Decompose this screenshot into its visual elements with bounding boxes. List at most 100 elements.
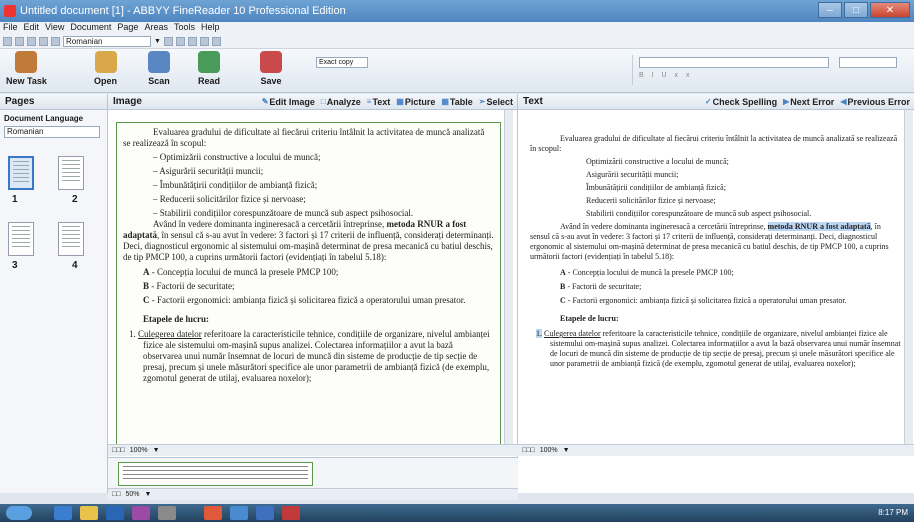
check-spelling-button[interactable]: ✓ Check Spelling	[705, 97, 777, 107]
zoom-pane: □□ 50% ▼	[108, 457, 518, 500]
fit-page-icon[interactable]: □□□	[112, 447, 125, 454]
maximize-button[interactable]: □	[844, 2, 868, 18]
menu-document[interactable]: Document	[70, 22, 111, 34]
next-error-button[interactable]: ▶ Next Error	[783, 97, 834, 107]
menu-file[interactable]: File	[3, 22, 18, 34]
open-label: Open	[94, 76, 118, 86]
text-para2: Având în vedere dominanta ingineresacă a…	[530, 222, 889, 261]
text-item-a: A - Concepția locului de muncă la presel…	[560, 268, 734, 277]
text-bullet-2: Asigurării securității muncii;	[586, 170, 679, 179]
text-zoom-chevron-icon[interactable]: ▼	[563, 447, 570, 454]
style-select[interactable]	[639, 57, 829, 68]
app2-icon[interactable]	[230, 506, 248, 520]
text-item-c: C - Factorii ergonomici: ambianța fizică…	[560, 296, 847, 305]
table-area-button[interactable]: ▦ Table	[441, 97, 472, 107]
zoom-fit-icon[interactable]: □□	[112, 491, 120, 498]
chrome-icon[interactable]	[204, 506, 222, 520]
clock[interactable]: 8:17 PM	[878, 508, 908, 517]
text-bullet-4: Reducerii solicitărilor fizice și nervoa…	[586, 196, 716, 205]
scan-icon[interactable]	[27, 36, 36, 46]
standard-toolbar: Romanian ▼	[0, 34, 914, 49]
select-button[interactable]: ➢ Select	[479, 97, 513, 107]
text-heading: Etapele de lucru:	[560, 314, 619, 323]
new-task-button[interactable]: New Task	[6, 51, 47, 86]
menu-areas[interactable]: Areas	[144, 22, 168, 34]
picture-area-button[interactable]: ▦ Picture	[396, 97, 435, 107]
page-thumbnail-2[interactable]	[58, 156, 84, 190]
menu-view[interactable]: View	[45, 22, 64, 34]
doc-bullet-3: – Îmbunătățirii condițiilor de ambianță …	[153, 180, 318, 190]
doc-item-c: C - Factorii ergonomici: ambianța fizică…	[143, 295, 466, 305]
new-icon[interactable]	[3, 36, 12, 46]
minimize-button[interactable]: –	[818, 2, 842, 18]
scan-button[interactable]: Scan	[148, 51, 170, 86]
page-thumbnail-4[interactable]	[58, 222, 84, 256]
word-icon[interactable]	[106, 506, 124, 520]
doc-heading: Etapele de lucru:	[143, 314, 209, 324]
text-title: Text	[523, 96, 543, 107]
read-button[interactable]: Read	[198, 51, 220, 86]
recognized-text-editor[interactable]: Evaluarea gradului de dificultate al fie…	[530, 134, 902, 369]
page-thumbnail-3[interactable]	[8, 222, 34, 256]
read-icon[interactable]	[39, 36, 48, 46]
document-language-label: Document Language	[4, 114, 84, 123]
doc-item-a: A - Concepția locului de muncă la presel…	[143, 267, 339, 277]
new-task-label: New Task	[6, 76, 47, 86]
zoom-preview[interactable]	[118, 462, 313, 486]
save-icon[interactable]	[51, 36, 60, 46]
abbyy-taskbar-icon[interactable]	[282, 506, 300, 520]
pages-header: Pages	[0, 94, 107, 110]
doc-item-b: B - Factorii de securitate;	[143, 281, 235, 291]
text-zoom-value[interactable]: 100%	[540, 447, 558, 454]
analyze-button[interactable]: □ Analyze	[321, 97, 361, 107]
text-view-icon[interactable]	[187, 36, 197, 46]
font-size-select[interactable]	[839, 57, 897, 68]
text-vertical-scrollbar[interactable]	[904, 110, 913, 449]
save-button[interactable]: Save	[260, 51, 282, 86]
close-button[interactable]: ✕	[870, 2, 910, 18]
doc-bullet-2: – Asigurării securității muncii;	[153, 166, 264, 176]
table-icon[interactable]	[211, 36, 221, 46]
zoom-pane-chevron-icon[interactable]: ▼	[144, 491, 151, 498]
document-language-select[interactable]: Romanian	[4, 126, 100, 138]
chevron-down-icon[interactable]: ▼	[154, 38, 161, 45]
menu-page[interactable]: Page	[117, 22, 138, 34]
image-view-icon[interactable]	[175, 36, 185, 46]
text-area-button[interactable]: ≡ Text	[367, 97, 391, 107]
zoom-chevron-icon[interactable]: ▼	[153, 447, 160, 454]
read-icon	[198, 51, 220, 73]
language-select[interactable]: Romanian	[63, 35, 151, 47]
image-zoom-value[interactable]: 100%	[130, 447, 148, 454]
menu-edit[interactable]: Edit	[24, 22, 40, 34]
read-label: Read	[198, 76, 221, 86]
scanned-page-image[interactable]: Evaluarea gradului de dificultate al fie…	[116, 122, 501, 452]
explorer-icon[interactable]	[80, 506, 98, 520]
window-title: Untitled document [1] - ABBYY FineReader…	[20, 5, 346, 17]
image-vertical-scrollbar[interactable]	[504, 110, 513, 449]
scan-label: Scan	[148, 76, 170, 86]
previous-error-button[interactable]: ◀ Previous Error	[840, 97, 910, 107]
ie-icon[interactable]	[54, 506, 72, 520]
new-task-icon	[15, 51, 38, 73]
app3-icon[interactable]	[256, 506, 274, 520]
layout-icon[interactable]	[199, 36, 209, 46]
text-step-1: 1. Culegerea datelor referitoare la cara…	[536, 329, 901, 368]
menu-help[interactable]: Help	[201, 22, 220, 34]
open-icon[interactable]	[15, 36, 24, 46]
zoom-pane-value[interactable]: 50%	[125, 491, 139, 498]
copy-mode-select[interactable]: Exact copy	[316, 57, 368, 68]
open-button[interactable]: Open	[94, 51, 117, 86]
zoom-icon[interactable]	[163, 36, 173, 46]
image-header: Image ✎ Edit Image □ Analyze ≡ Text ▦ Pictur…	[108, 94, 517, 110]
page-thumbnail-1[interactable]	[8, 156, 34, 190]
formatting-icons[interactable]: B I U x x	[639, 72, 692, 79]
menu-tools[interactable]: Tools	[174, 22, 195, 34]
doc-bullet-5: – Stabilirii condițiilor corespunzătoare…	[153, 208, 414, 218]
media-icon[interactable]	[132, 506, 150, 520]
text-fit-icon[interactable]: □□□	[522, 447, 535, 454]
start-button-icon[interactable]	[6, 506, 32, 520]
app-icon[interactable]	[158, 506, 176, 520]
edit-image-button[interactable]: ✎ Edit Image	[262, 97, 315, 107]
window-controls: – □ ✕	[818, 2, 910, 18]
menu-bar: File Edit View Document Page Areas Tools…	[0, 22, 914, 34]
